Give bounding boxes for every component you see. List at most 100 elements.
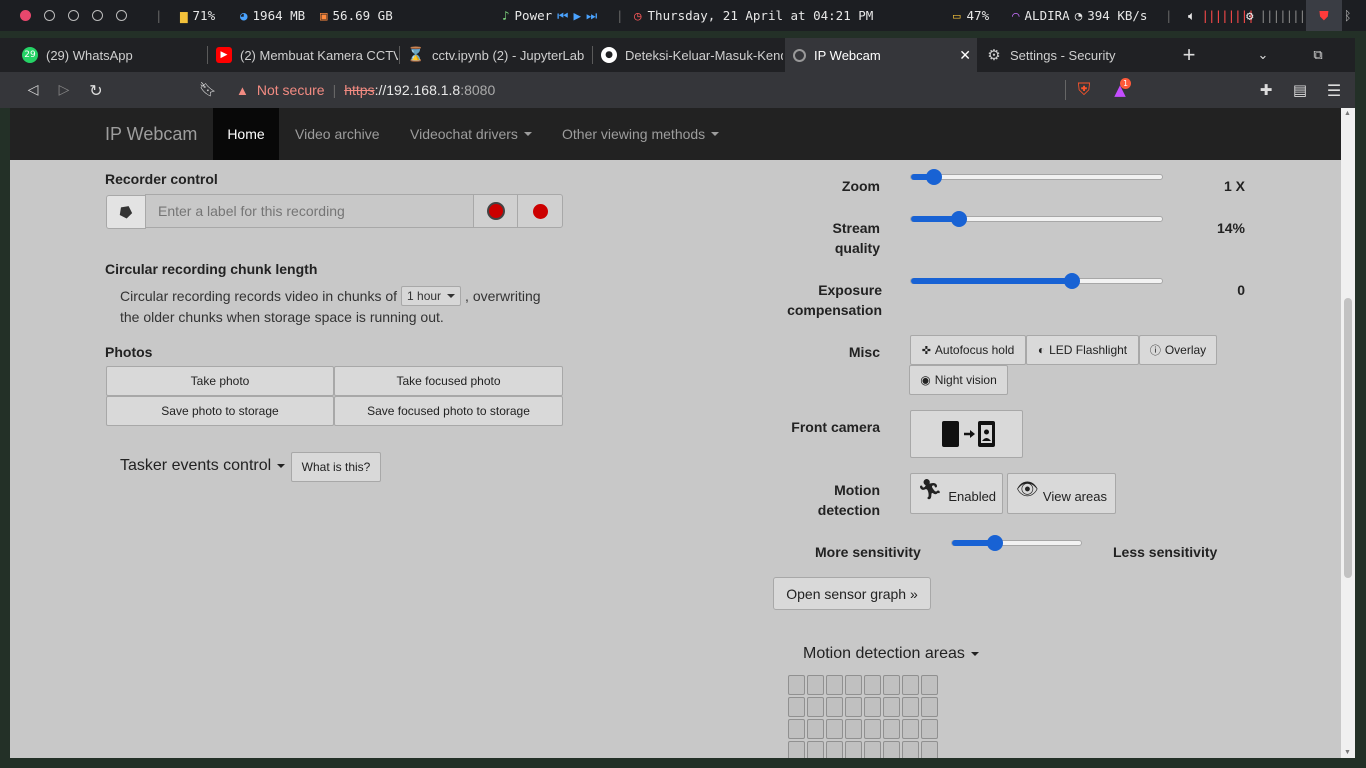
bookmark-icon[interactable]: 🔖︎ — [197, 72, 219, 108]
motion-area-cell[interactable] — [864, 741, 881, 758]
save-photo-button[interactable]: Save photo to storage — [106, 396, 334, 426]
wifi-status[interactable]: ◠ ALDIRA ◔ 394 KB/s — [1012, 0, 1147, 31]
slider-thumb[interactable] — [925, 169, 942, 185]
overlay-button[interactable]: ⓘ Overlay — [1139, 335, 1217, 365]
brave-rewards-icon[interactable]: ▲ 1 — [1108, 72, 1132, 108]
brand-link[interactable]: IP Webcam — [105, 108, 197, 160]
motion-area-cell[interactable] — [788, 675, 805, 695]
wallet-icon[interactable]: ▤ — [1289, 72, 1311, 108]
brightness-control[interactable]: ⚙ |||||||| — [1246, 0, 1313, 31]
tab-settings[interactable]: ⚙ Settings - Security — [978, 38, 1168, 72]
take-photo-button[interactable]: Take photo — [106, 366, 334, 396]
workspace-switcher[interactable] — [20, 0, 127, 31]
motion-area-cell[interactable] — [902, 697, 919, 717]
motion-area-cell[interactable] — [788, 719, 805, 739]
save-focused-photo-button[interactable]: Save focused photo to storage — [334, 396, 563, 426]
motion-area-cell[interactable] — [883, 741, 900, 758]
sensitivity-slider[interactable] — [951, 535, 1082, 551]
motion-area-cell[interactable] — [902, 719, 919, 739]
media-player[interactable]: ♪ Power ⏮ ▶ ⏭ — [502, 0, 597, 31]
motion-area-cell[interactable] — [845, 741, 862, 758]
tab-whatsapp[interactable]: 29 (29) WhatsApp — [14, 38, 206, 72]
open-sensor-graph-button[interactable]: Open sensor graph » — [773, 577, 931, 610]
motion-area-cell[interactable] — [883, 697, 900, 717]
record-button[interactable] — [517, 194, 563, 228]
motion-enabled-button[interactable]: 🏃︎ Enabled — [910, 473, 1003, 514]
recording-label-input[interactable] — [145, 194, 474, 228]
workspace-3-dot[interactable] — [68, 10, 79, 21]
workspace-1-dot[interactable] — [20, 10, 31, 21]
motion-area-cell[interactable] — [807, 675, 824, 695]
reload-button[interactable]: ↻ — [85, 72, 107, 108]
motion-area-cell[interactable] — [902, 741, 919, 758]
scroll-down-icon[interactable]: ▼ — [1344, 749, 1351, 756]
slider-thumb[interactable] — [986, 535, 1003, 551]
workspace-2-dot[interactable] — [44, 10, 55, 21]
motion-area-cell[interactable] — [845, 719, 862, 739]
led-flashlight-button[interactable]: ◐ LED Flashlight — [1026, 335, 1139, 365]
nav-video-archive[interactable]: Video archive — [295, 108, 380, 160]
tab-ip-webcam[interactable]: IP Webcam ✕ — [785, 38, 977, 72]
brave-shields-icon[interactable]: ⛨ — [1073, 72, 1095, 108]
take-focused-photo-button[interactable]: Take focused photo — [334, 366, 563, 396]
motion-areas-dropdown[interactable]: Motion detection areas — [803, 645, 979, 663]
restore-window-icon[interactable]: ⧉ — [1307, 38, 1329, 72]
motion-area-cell[interactable] — [883, 719, 900, 739]
motion-area-cell[interactable] — [826, 675, 843, 695]
exposure-slider[interactable] — [910, 273, 1163, 289]
record-start-button[interactable] — [473, 194, 518, 228]
motion-area-cell[interactable] — [921, 697, 938, 717]
nav-home[interactable]: Home — [213, 108, 279, 160]
close-tab-icon[interactable]: ✕ — [959, 47, 971, 64]
motion-area-cell[interactable] — [807, 741, 824, 758]
motion-area-cell[interactable] — [864, 675, 881, 695]
extensions-icon[interactable]: ✚ — [1255, 72, 1277, 108]
workspace-5-dot[interactable] — [116, 10, 127, 21]
motion-area-cell[interactable] — [921, 741, 938, 758]
page-scrollbar[interactable]: ▲ ▼ — [1341, 108, 1355, 758]
tab-github[interactable]: ● Deteksi-Keluar-Masuk-Kend — [593, 38, 783, 72]
motion-area-cell[interactable] — [921, 719, 938, 739]
workspace-4-dot[interactable] — [92, 10, 103, 21]
motion-area-cell[interactable] — [807, 697, 824, 717]
motion-area-cell[interactable] — [883, 675, 900, 695]
motion-area-cell[interactable] — [826, 719, 843, 739]
motion-area-cell[interactable] — [864, 719, 881, 739]
chunk-length-select[interactable]: 1 hour — [401, 286, 462, 306]
night-vision-button[interactable]: ◉ Night vision — [909, 365, 1008, 395]
motion-area-cell[interactable] — [845, 675, 862, 695]
motion-area-cell[interactable] — [845, 697, 862, 717]
motion-area-cell[interactable] — [864, 697, 881, 717]
play-icon[interactable]: ▶ — [573, 8, 581, 23]
scrollbar-thumb[interactable] — [1344, 298, 1352, 578]
chevron-down-icon[interactable]: ⌄ — [1252, 38, 1274, 72]
tasker-dropdown[interactable]: Tasker events control — [120, 457, 286, 475]
nav-videochat-drivers[interactable]: Videochat drivers — [410, 108, 532, 160]
brave-shield-tray[interactable]: ⛊ — [1306, 0, 1342, 31]
motion-area-cell[interactable] — [788, 741, 805, 758]
switch-camera-button[interactable] — [910, 410, 1023, 458]
bluetooth-tray[interactable]: ᛒ — [1344, 0, 1352, 31]
motion-area-cell[interactable] — [807, 719, 824, 739]
menu-icon[interactable]: ☰ — [1323, 72, 1345, 108]
forward-button[interactable]: ▷ — [53, 72, 75, 108]
motion-area-cell[interactable] — [921, 675, 938, 695]
nav-other-viewing[interactable]: Other viewing methods — [562, 108, 720, 160]
volume-control[interactable]: 🔈︎ |||||||| — [1188, 0, 1255, 31]
tab-jupyter[interactable]: ⌛ cctv.ipynb (2) - JupyterLab — [400, 38, 591, 72]
motion-area-cell[interactable] — [826, 741, 843, 758]
view-areas-button[interactable]: 👁︎ View areas — [1007, 473, 1116, 514]
motion-area-cell[interactable] — [902, 675, 919, 695]
new-tab-button[interactable]: + — [1178, 38, 1200, 72]
stream-quality-slider[interactable] — [910, 211, 1163, 227]
slider-thumb[interactable] — [1063, 273, 1080, 289]
what-is-this-button[interactable]: What is this? — [291, 452, 381, 482]
autofocus-hold-button[interactable]: ✜ Autofocus hold — [910, 335, 1026, 365]
motion-area-cell[interactable] — [826, 697, 843, 717]
tab-youtube[interactable]: ▶ (2) Membuat Kamera CCTV — [208, 38, 398, 72]
next-track-icon[interactable]: ⏭ — [586, 8, 597, 24]
previous-track-icon[interactable]: ⏮ — [557, 8, 568, 24]
back-button[interactable]: ◁ — [22, 72, 44, 108]
slider-thumb[interactable] — [950, 211, 967, 227]
motion-area-cell[interactable] — [788, 697, 805, 717]
